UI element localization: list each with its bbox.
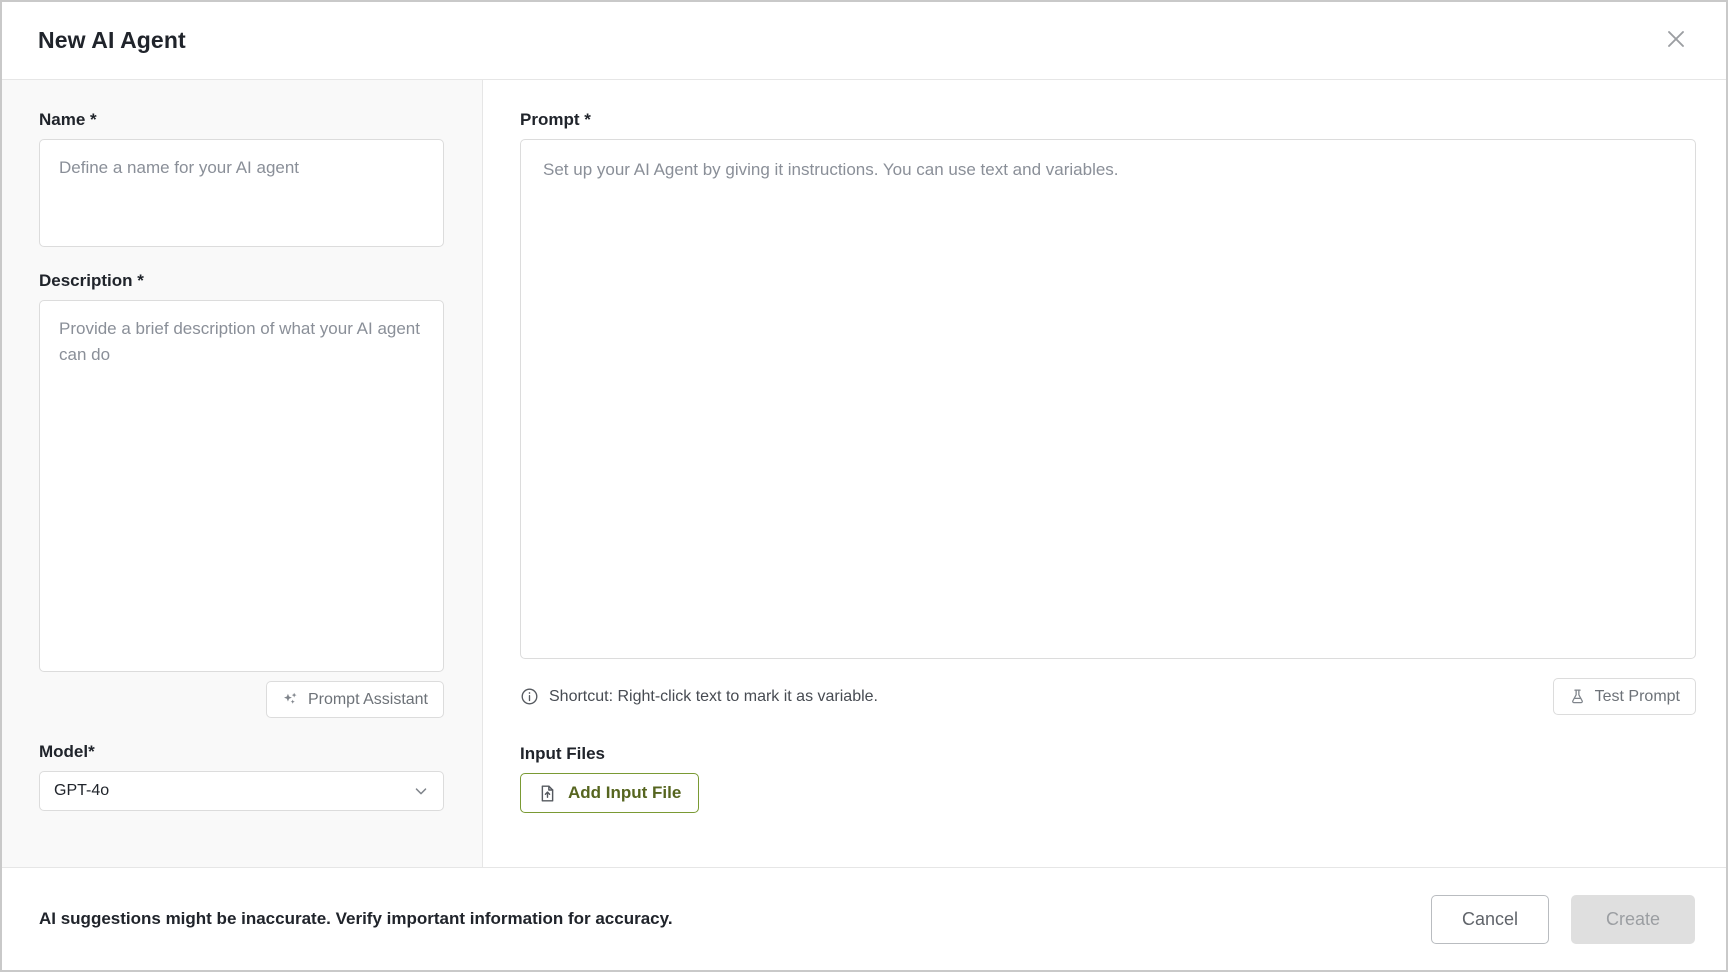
close-icon: [1664, 27, 1688, 54]
model-selected-value: GPT-4o: [54, 782, 110, 799]
name-field-block: Name *: [39, 110, 445, 252]
create-button[interactable]: Create: [1571, 894, 1695, 944]
left-panel: Name * Description * Prompt Assi: [2, 80, 483, 867]
model-select[interactable]: GPT-4o: [39, 771, 444, 811]
prompt-hint-row: Shortcut: Right-click text to mark it as…: [520, 678, 1696, 715]
dialog-footer: AI suggestions might be inaccurate. Veri…: [2, 867, 1726, 970]
footer-actions: Cancel Create: [1431, 894, 1695, 944]
input-files-block: Input Files Add Input File: [520, 744, 1696, 813]
file-upload-icon: [538, 784, 557, 803]
add-input-file-button[interactable]: Add Input File: [520, 773, 700, 813]
prompt-assistant-label: Prompt Assistant: [307, 690, 428, 708]
dialog-body: Name * Description * Prompt Assi: [2, 80, 1726, 867]
prompt-assistant-button[interactable]: Prompt Assistant: [265, 681, 444, 718]
model-field-block: Model* GPT-4o: [39, 742, 445, 811]
dialog-header: New AI Agent: [2, 2, 1726, 80]
name-label: Name *: [39, 110, 97, 129]
page-title: New AI Agent: [38, 27, 186, 53]
input-files-label: Input Files: [520, 744, 605, 763]
shortcut-hint-text: Shortcut: Right-click text to mark it as…: [549, 687, 878, 705]
test-prompt-label: Test Prompt: [1594, 687, 1680, 705]
cancel-button[interactable]: Cancel: [1431, 894, 1549, 944]
test-prompt-button[interactable]: Test Prompt: [1552, 678, 1696, 715]
new-ai-agent-dialog: New AI Agent Name * Description *: [0, 0, 1728, 972]
flask-icon: [1569, 688, 1586, 705]
add-input-file-label: Add Input File: [568, 783, 682, 802]
description-input[interactable]: [39, 300, 444, 672]
model-label: Model*: [39, 742, 95, 761]
description-label: Description *: [39, 271, 144, 290]
prompt-assistant-row: Prompt Assistant: [39, 681, 444, 718]
shortcut-hint: Shortcut: Right-click text to mark it as…: [520, 687, 878, 706]
model-select-wrap: GPT-4o: [39, 771, 444, 811]
name-input[interactable]: [39, 139, 444, 247]
description-field-block: Description *: [39, 271, 445, 677]
right-panel: Prompt * Shortcut: Right-click text to m…: [483, 80, 1726, 867]
ai-disclaimer: AI suggestions might be inaccurate. Veri…: [39, 909, 673, 928]
close-button[interactable]: [1654, 19, 1698, 63]
info-icon: [520, 687, 539, 706]
sparkle-icon: [282, 691, 299, 708]
prompt-input[interactable]: [520, 139, 1696, 659]
prompt-label: Prompt *: [520, 110, 591, 129]
